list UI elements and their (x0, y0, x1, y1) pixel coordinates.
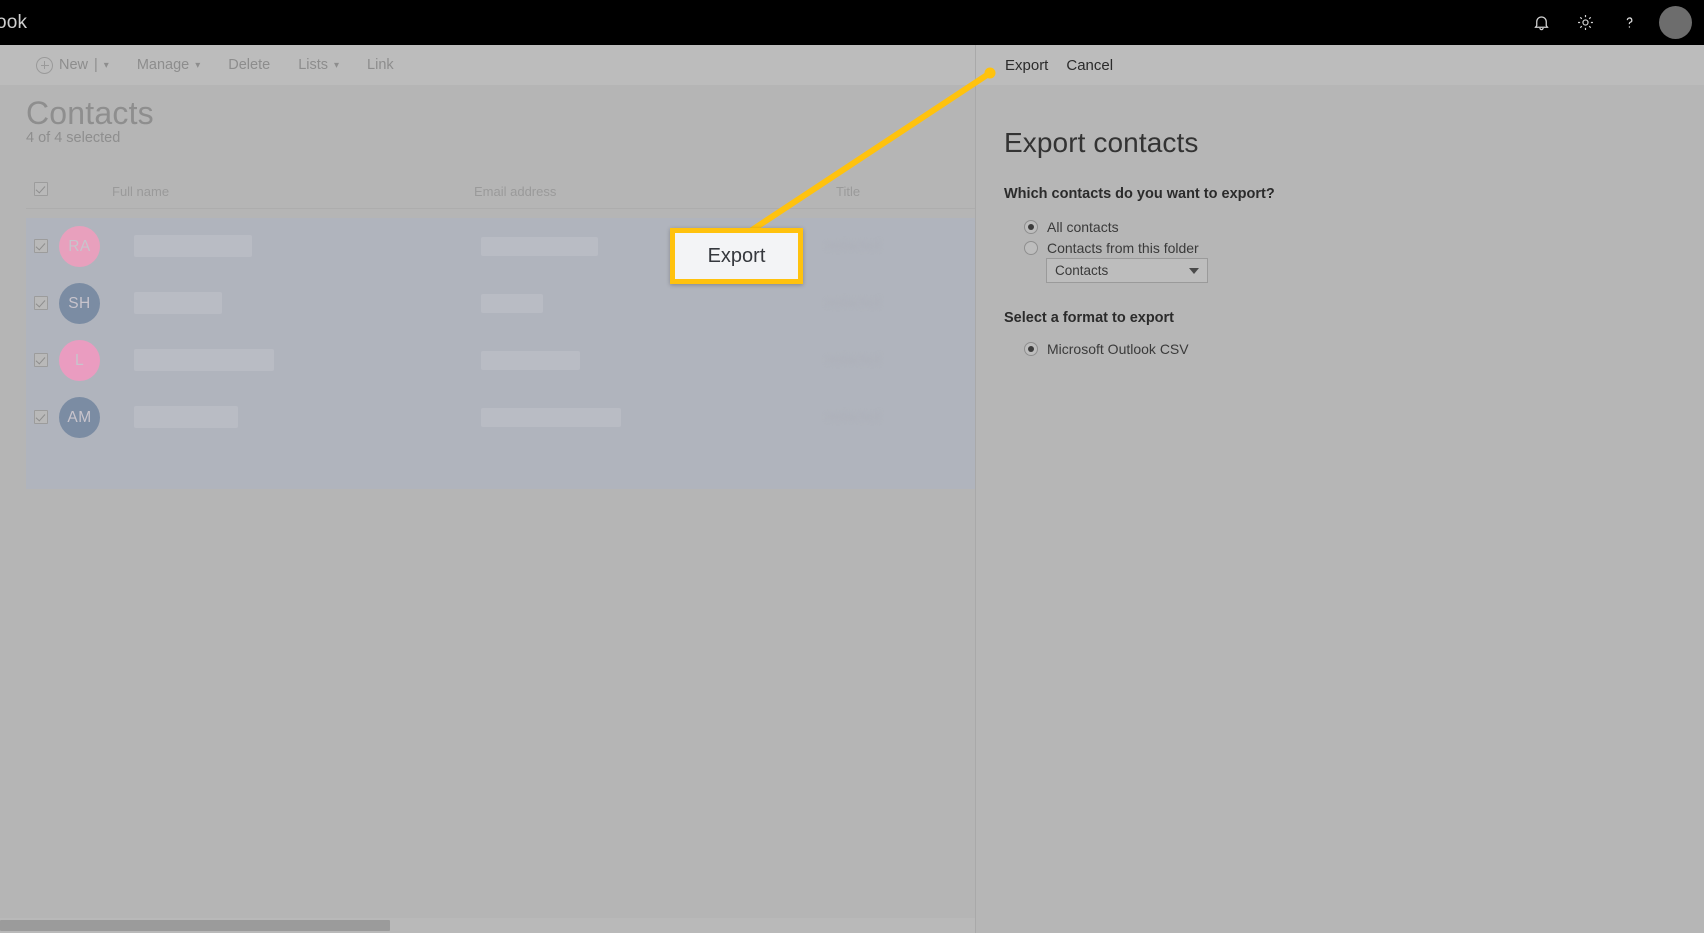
help-icon[interactable] (1607, 0, 1651, 45)
chevron-down-icon: ▾ (195, 59, 201, 71)
export-button[interactable]: Export (996, 45, 1057, 85)
column-header-email: Email address (474, 184, 557, 199)
command-bar: New | ▾ Manage ▾ Delete Lists ▾ Link (0, 45, 976, 85)
radio-folder-label: Contacts from this folder (1047, 240, 1199, 256)
radio-indicator[interactable] (1024, 342, 1038, 356)
redacted-full-name (134, 235, 252, 257)
row-title: redacted (826, 294, 881, 310)
row-checkbox[interactable] (34, 239, 48, 253)
app-brand-title: ook (0, 11, 28, 33)
row-title: redacted (826, 237, 881, 253)
settings-gear-icon[interactable] (1563, 0, 1607, 45)
command-delete-label: Delete (228, 57, 271, 73)
redacted-email (481, 294, 543, 313)
scrollbar-thumb[interactable] (0, 920, 390, 931)
table-header: Full name Email address Title (26, 181, 976, 209)
notifications-icon[interactable] (1519, 0, 1563, 45)
redacted-full-name (134, 349, 274, 371)
which-contacts-label: Which contacts do you want to export? (1004, 186, 1275, 202)
screen-root: ook New | ▾ Manage ▾ Delete Lists ▾ Link… (0, 0, 1704, 933)
export-callout-label: Export (707, 244, 766, 267)
avatar: AM (59, 397, 100, 438)
plus-circle-icon (36, 56, 53, 74)
select-all-checkbox[interactable] (34, 182, 48, 196)
user-avatar[interactable] (1659, 6, 1692, 39)
command-link-label: Link (367, 57, 394, 73)
horizontal-scrollbar[interactable] (0, 918, 976, 933)
folder-select-value: Contacts (1055, 263, 1109, 278)
avatar: L (59, 340, 100, 381)
command-lists[interactable]: Lists ▾ (284, 45, 353, 85)
chevron-down-icon: ▾ (334, 59, 340, 71)
row-checkbox[interactable] (34, 353, 48, 367)
page-title: Contacts (26, 95, 154, 131)
radio-outlook-csv-label: Microsoft Outlook CSV (1047, 341, 1189, 357)
command-link[interactable]: Link (353, 45, 408, 85)
app-header: ook (0, 0, 1704, 45)
export-callout-highlight[interactable]: Export (670, 228, 803, 284)
column-header-title: Title (836, 184, 861, 199)
row-checkbox[interactable] (34, 296, 48, 310)
radio-indicator[interactable] (1024, 220, 1038, 234)
command-manage[interactable]: Manage ▾ (123, 45, 214, 85)
avatar: SH (59, 283, 100, 324)
selection-count: 4 of 4 selected (26, 130, 121, 146)
command-delete[interactable]: Delete (214, 45, 284, 85)
contacts-pane: New | ▾ Manage ▾ Delete Lists ▾ Link Con… (0, 45, 976, 933)
column-header-full-name: Full name (112, 184, 170, 199)
radio-outlook-csv[interactable]: Microsoft Outlook CSV (1024, 341, 1189, 357)
export-panel-actions: Export Cancel (976, 45, 1704, 85)
table-row[interactable]: RA redacted (26, 218, 976, 275)
radio-all-contacts[interactable]: All contacts (1024, 219, 1119, 235)
command-new-separator: | (94, 57, 98, 73)
command-manage-label: Manage (136, 57, 190, 73)
redacted-email (481, 351, 580, 370)
redacted-email (481, 237, 598, 256)
row-title: redacted (826, 408, 881, 424)
command-new[interactable]: New | ▾ (22, 45, 123, 85)
chevron-down-icon: ▾ (103, 59, 109, 71)
header-actions (1519, 0, 1704, 45)
radio-all-contacts-label: All contacts (1047, 219, 1119, 235)
contacts-table: RA redacted SH redacted L redacted AM re… (26, 218, 976, 489)
radio-indicator[interactable] (1024, 241, 1038, 255)
format-section-label: Select a format to export (1004, 310, 1175, 326)
table-row[interactable]: L redacted (26, 332, 976, 389)
avatar: RA (59, 226, 100, 267)
export-panel: Export Cancel Export contacts Which cont… (976, 45, 1704, 933)
folder-select[interactable]: Contacts (1046, 258, 1208, 283)
redacted-email (481, 408, 621, 427)
command-new-label: New (59, 57, 89, 73)
radio-contacts-from-folder[interactable]: Contacts from this folder (1024, 240, 1199, 256)
export-panel-title: Export contacts (1004, 127, 1199, 158)
cancel-button[interactable]: Cancel (1057, 45, 1122, 85)
chevron-down-icon (1189, 267, 1199, 274)
redacted-full-name (134, 406, 238, 428)
command-lists-label: Lists (298, 57, 329, 73)
table-row[interactable]: SH redacted (26, 275, 976, 332)
row-checkbox[interactable] (34, 410, 48, 424)
redacted-full-name (134, 292, 222, 314)
row-title: redacted (826, 351, 881, 367)
table-row[interactable]: AM redacted (26, 389, 976, 446)
